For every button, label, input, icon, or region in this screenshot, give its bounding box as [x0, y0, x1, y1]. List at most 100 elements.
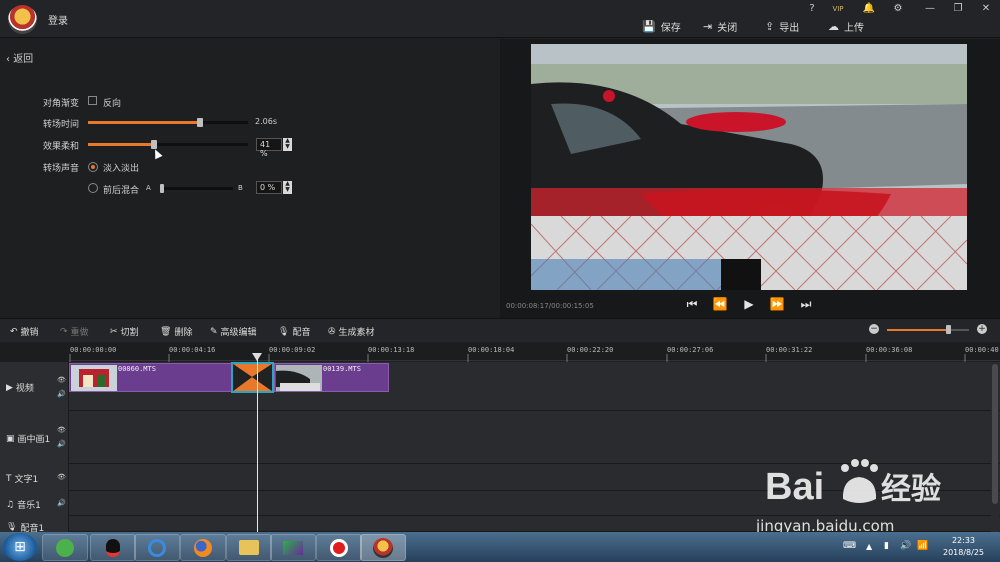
clip-thumbnail: [276, 365, 322, 391]
cut-button[interactable]: ✂ 切割: [110, 325, 139, 339]
minimize-icon[interactable]: —: [922, 3, 938, 17]
skip-to-start-icon[interactable]: ⏮: [684, 297, 700, 313]
fade-radio[interactable]: [88, 162, 98, 172]
redo-button[interactable]: ↷ 重做: [60, 325, 89, 339]
speaker-icon[interactable]: 🔊: [57, 440, 66, 448]
advanced-edit-button[interactable]: ✎ 高级编辑: [210, 325, 257, 339]
taskbar-firefox-icon[interactable]: [180, 534, 226, 561]
transition-icon: [233, 364, 272, 391]
upload-icon: ☁: [828, 19, 839, 33]
windows-start-icon[interactable]: ⊞: [3, 533, 37, 561]
undo-button[interactable]: ↶ 撤销: [10, 325, 39, 339]
back-button[interactable]: ‹ 返回: [6, 50, 33, 65]
clip-thumbnail: [71, 365, 117, 391]
softness-label: 效果柔和: [43, 142, 80, 152]
video-frame: [531, 44, 967, 290]
ruler-tick-label: 00:00:40: [965, 346, 999, 354]
video-clip[interactable]: 00060.MTS: [69, 363, 232, 392]
eye-icon[interactable]: 👁: [57, 376, 66, 384]
zoom-in-icon[interactable]: +: [977, 324, 987, 334]
taskbar-editor-icon[interactable]: [360, 534, 406, 561]
duration-slider-knob[interactable]: [197, 118, 203, 127]
next-frame-icon[interactable]: ⏩: [769, 297, 785, 313]
softness-spinner[interactable]: ▲ ▼: [283, 138, 292, 151]
export-icon: ⇪: [765, 19, 775, 33]
mix-spinner[interactable]: ▲ ▼: [283, 181, 292, 194]
save-button[interactable]: 💾 保存: [642, 18, 681, 34]
delete-label: 删除: [174, 328, 193, 338]
export-button[interactable]: ⇪ 导出: [765, 18, 799, 34]
close-button[interactable]: ⇥ 关闭: [703, 18, 737, 34]
taskbar-qq-icon[interactable]: [90, 534, 136, 561]
zoom-slider-knob[interactable]: [946, 325, 951, 334]
ruler-corner: [0, 343, 69, 362]
login-link[interactable]: 登录: [48, 12, 68, 27]
generate-material-button[interactable]: ✇ 生成素材: [328, 325, 375, 339]
skip-to-end-icon[interactable]: ⏭: [798, 297, 814, 313]
music-track-label: ♫ 音乐1: [6, 498, 41, 512]
ruler-tick-marks: [69, 354, 966, 362]
ruler-tick-label: 00:00:22:20: [567, 346, 614, 354]
delete-button[interactable]: 🗑 删除: [160, 325, 193, 339]
maximize-icon[interactable]: ❐: [950, 3, 966, 17]
taskbar-app-icon[interactable]: [270, 534, 316, 561]
ruler-tick-label: 00:00:36:08: [866, 346, 913, 354]
taskbar-media-icon[interactable]: [134, 534, 180, 561]
battery-icon[interactable]: ▮: [884, 541, 889, 551]
vip-icon[interactable]: VIP: [830, 5, 846, 19]
ruler-tick-label: 00:00:00:00: [70, 346, 117, 354]
cut-label: 切割: [120, 328, 139, 338]
mix-radio[interactable]: [88, 183, 98, 193]
dub-track-label: 🎙 配音1: [6, 522, 44, 532]
app-logo[interactable]: [8, 5, 37, 34]
sound-label: 转场声音: [43, 164, 80, 174]
mix-slider-knob[interactable]: [160, 184, 164, 193]
system-clock[interactable]: 22:33 2018/8/25: [936, 535, 991, 559]
help-icon[interactable]: ?: [804, 3, 820, 17]
close-icon: ⇥: [703, 19, 713, 33]
back-label: 返回: [13, 54, 34, 65]
undo-label: 撤销: [20, 328, 39, 338]
network-icon[interactable]: 📶: [917, 541, 928, 551]
volume-icon[interactable]: 🔊: [900, 541, 911, 551]
settings-icon[interactable]: ⚙: [890, 3, 906, 17]
close-label: 关闭: [717, 22, 738, 34]
mix-slider-track[interactable]: [163, 187, 233, 190]
clock-time: 22:33: [951, 536, 976, 545]
zoom-out-icon[interactable]: −: [869, 324, 879, 334]
tray-arrow-icon[interactable]: ▲: [866, 542, 872, 551]
baidu-watermark-logo: Bai 经验: [765, 459, 941, 508]
reverse-checkbox[interactable]: [88, 96, 97, 105]
redo-label: 重做: [70, 328, 89, 338]
dub-track-name: 配音1: [20, 523, 45, 533]
dub-button[interactable]: 🎙 配音: [278, 325, 310, 339]
softness-value: 41: [260, 140, 271, 149]
timeline-scrollbar-thumb[interactable]: [992, 364, 998, 504]
taskbar-app-icon[interactable]: [42, 534, 88, 561]
eye-icon[interactable]: 👁: [57, 473, 66, 481]
taskbar-recorder-icon[interactable]: [316, 534, 362, 561]
transition-settings-panel: [0, 39, 500, 318]
close-window-icon[interactable]: ✕: [978, 3, 994, 17]
fade-label: 淡入淡出: [103, 164, 140, 174]
speaker-icon[interactable]: 🔊: [57, 390, 66, 398]
ruler-tick-label: 00:00:18:04: [468, 346, 515, 354]
pip-track-name: 画中画1: [17, 435, 51, 445]
upload-button[interactable]: ☁ 上传: [828, 18, 864, 34]
previous-frame-icon[interactable]: ⏪: [712, 297, 728, 313]
speaker-icon[interactable]: 🔊: [57, 499, 66, 507]
transition-clip[interactable]: [231, 362, 274, 393]
mix-input[interactable]: 0 %: [256, 181, 282, 194]
zoom-slider-fill: [887, 329, 949, 331]
video-clip[interactable]: 00139.MTS: [274, 363, 389, 392]
video-track-label: ▶ 视频: [6, 381, 34, 395]
eye-icon[interactable]: 👁: [57, 426, 66, 434]
play-icon[interactable]: ▶: [741, 297, 757, 313]
duration-value: 2.06s: [255, 117, 277, 126]
playhead-line[interactable]: [257, 358, 258, 532]
notification-icon[interactable]: 🔔: [861, 3, 877, 17]
keyboard-icon[interactable]: ⌨: [843, 541, 856, 551]
taskbar-explorer-icon[interactable]: [226, 534, 272, 561]
softness-input[interactable]: 41 %: [256, 138, 282, 158]
svg-text:经验: 经验: [881, 472, 941, 507]
